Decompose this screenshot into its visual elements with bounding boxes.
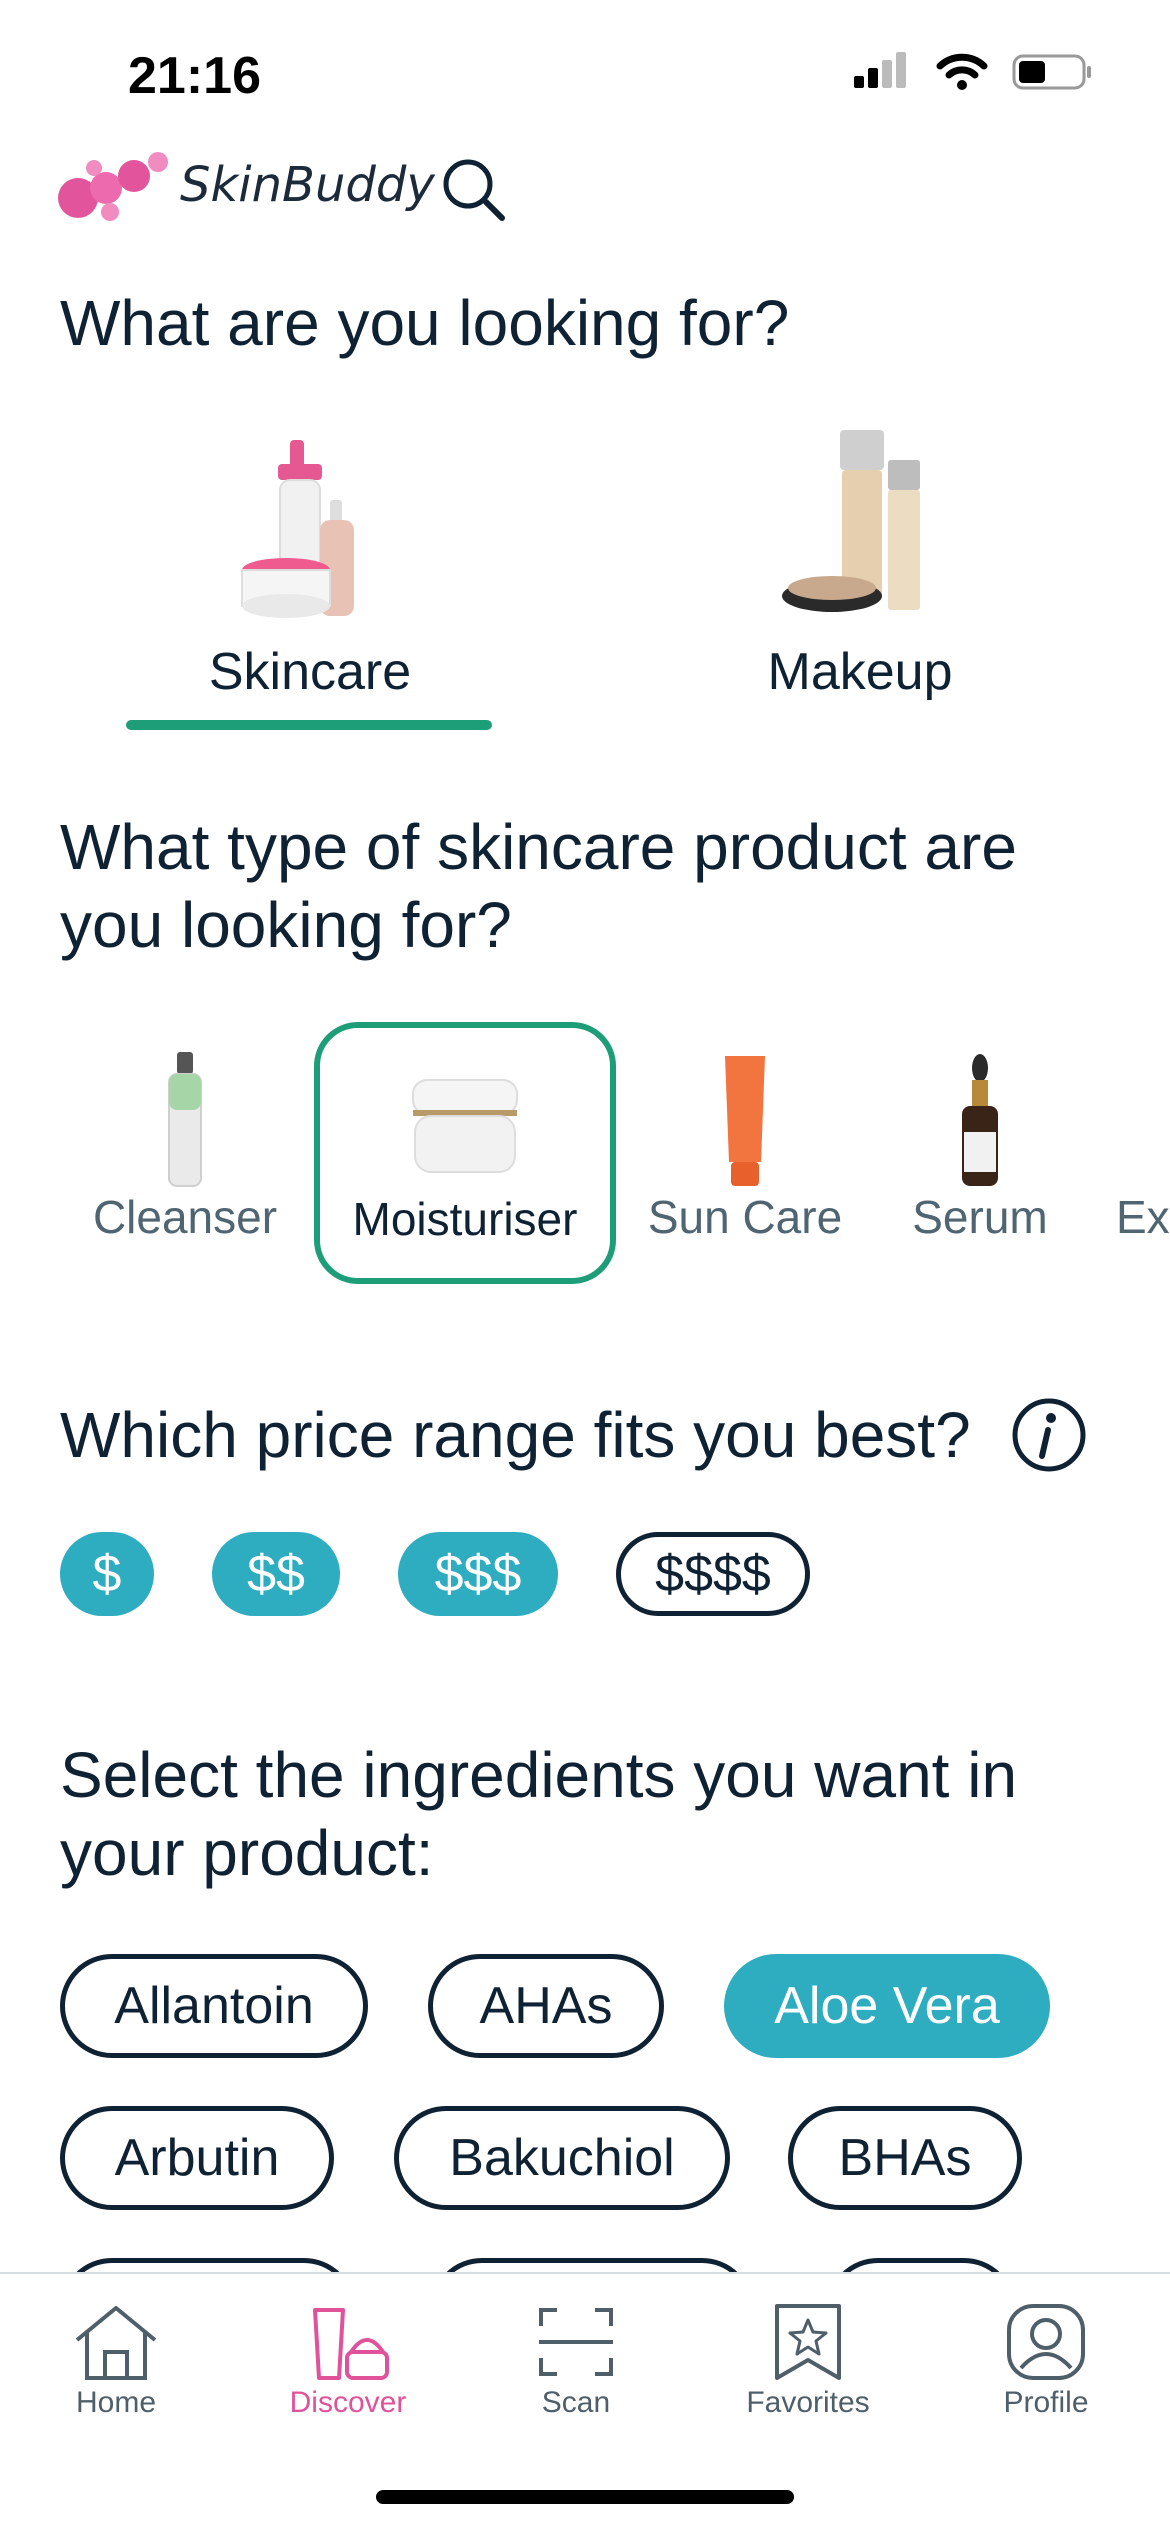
product-type-label: Cleanser [92, 1191, 278, 1243]
app-name: SkinBuddy [180, 157, 435, 213]
ingredient-chip-bhas[interactable]: BHAs [788, 2106, 1022, 2210]
ingredient-chip-aloe-vera[interactable]: Aloe Vera [724, 1954, 1050, 2058]
scan-icon [539, 2308, 613, 2376]
category-heading: What are you looking for? [60, 287, 790, 359]
ingredient-chip-allantoin[interactable]: Allantoin [60, 1954, 368, 2058]
ingredient-chip-arbutin[interactable]: Arbutin [60, 2106, 334, 2210]
ingredient-chip-bakuchiol[interactable]: Bakuchiol [394, 2106, 730, 2210]
product-type-sun-care[interactable]: Sun Care [640, 1050, 850, 1244]
app-logo: SkinBuddy [58, 148, 435, 222]
nav-label: Discover [289, 2386, 407, 2419]
search-icon[interactable] [440, 156, 510, 226]
category-selected-underline [126, 720, 492, 730]
discover-icon [313, 2308, 389, 2380]
nav-scan[interactable]: Scan [476, 2302, 676, 2420]
price-chip-2[interactable]: $$ [212, 1532, 340, 1616]
favorites-icon [775, 2304, 841, 2380]
nav-label: Home [75, 2386, 157, 2419]
wifi-icon [936, 53, 988, 90]
product-type-label: Ex [1116, 1191, 1170, 1243]
cleanser-bottle-icon [168, 1052, 202, 1187]
info-icon[interactable] [1010, 1396, 1088, 1474]
price-chip-3[interactable]: $$$ [398, 1532, 558, 1616]
makeup-illustration [770, 420, 970, 625]
nav-discover[interactable]: Discover [248, 2302, 448, 2420]
nav-label: Profile [1003, 2386, 1089, 2419]
profile-icon [1007, 2304, 1085, 2380]
nav-label: Scan [541, 2386, 611, 2419]
status-time: 21:16 [128, 47, 261, 105]
nav-home[interactable]: Home [16, 2302, 216, 2420]
sun-care-tube-icon [725, 1056, 765, 1186]
skincare-illustration [210, 420, 410, 625]
product-type-partial[interactable]: Ex [1116, 1190, 1170, 1244]
product-type-serum[interactable]: Serum [880, 1050, 1080, 1244]
bubbles-logo-icon [58, 152, 168, 221]
category-makeup[interactable]: Makeup [680, 642, 1040, 702]
product-type-label: Moisturiser [352, 1193, 578, 1245]
home-indicator [376, 2490, 794, 2504]
price-chip-1[interactable]: $ [60, 1532, 154, 1616]
moisturiser-jar-icon [412, 1079, 518, 1173]
battery-icon [1012, 54, 1091, 90]
nav-profile[interactable]: Profile [946, 2302, 1146, 2420]
product-type-cleanser[interactable]: Cleanser [80, 1050, 290, 1244]
serum-dropper-icon [962, 1054, 998, 1186]
nav-favorites[interactable]: Favorites [708, 2302, 908, 2420]
product-type-label: Serum [912, 1191, 1048, 1243]
ingredients-heading: Select the ingredients you want in your … [60, 1739, 1018, 1889]
status-icons [852, 52, 1094, 92]
product-type-heading: What type of skincare product are you lo… [60, 811, 1017, 961]
product-type-moisturiser[interactable]: Moisturiser [336, 1070, 594, 1246]
price-chip-4[interactable]: $$$$ [616, 1532, 810, 1616]
product-type-label: Sun Care [647, 1191, 843, 1243]
ingredient-chip-ahas[interactable]: AHAs [428, 1954, 664, 2058]
price-heading: Which price range fits you best? [60, 1399, 971, 1471]
signal-icon [854, 52, 906, 88]
nav-label: Favorites [746, 2386, 870, 2419]
home-icon [75, 2306, 157, 2380]
category-skincare[interactable]: Skincare [130, 642, 490, 702]
